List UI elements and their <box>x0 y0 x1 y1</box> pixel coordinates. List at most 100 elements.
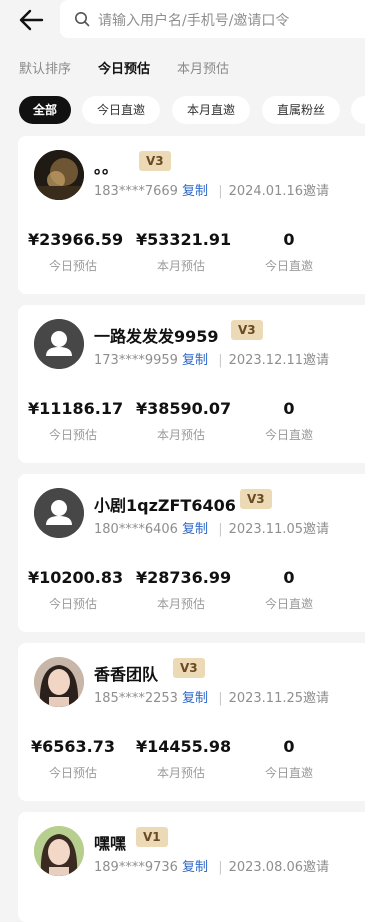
member-card[interactable]: 一路发发发9959 V3 173****9959 复制 | 2023.12.11邀… <box>18 305 365 463</box>
member-meta: 185****2253 复制 | 2023.11.25邀请 <box>94 687 329 706</box>
divider: | <box>218 353 223 368</box>
chip-direct-fans[interactable]: 直属粉丝 <box>262 96 340 124</box>
stat-today-estimate: ¥10200.83 今日预估 <box>28 568 124 612</box>
member-meta: 189****9736 复制 | 2023.08.06邀请 <box>94 856 329 875</box>
member-phone: 185****2253 <box>94 691 178 706</box>
copy-link[interactable]: 复制 <box>182 691 208 706</box>
avatar-photo-icon <box>34 150 84 200</box>
stat-value: ¥53321.91 <box>136 230 232 249</box>
avatar <box>34 657 84 707</box>
stat-value: 0 <box>283 230 295 249</box>
back-arrow-icon[interactable] <box>18 8 44 32</box>
sort-tab-default[interactable]: 默认排序 <box>19 58 71 77</box>
avatar <box>34 319 84 369</box>
avatar <box>34 488 84 538</box>
sort-tabs: 默认排序 今日预估 本月预估 <box>0 56 365 78</box>
avatar-photo-icon <box>34 657 84 707</box>
stat-today-invites: 0 今日直邀 <box>244 737 334 781</box>
stat-today-invites: 0 今日直邀 <box>244 568 334 612</box>
invite-date: 2024.01.16邀请 <box>228 184 330 199</box>
chip-more[interactable] <box>351 96 365 124</box>
copy-link[interactable]: 复制 <box>182 353 208 368</box>
search-icon <box>75 12 90 27</box>
sort-tab-today-estimate[interactable]: 今日预估 <box>98 58 150 77</box>
member-name: 小剧1qzZFT6406 <box>94 496 236 515</box>
level-badge: V3 <box>173 658 205 678</box>
chip-today-invites[interactable]: 今日直邀 <box>82 96 160 124</box>
invite-date: 2023.11.05邀请 <box>228 522 330 537</box>
stat-label: 今日直邀 <box>264 259 313 273</box>
member-name: 香香团队 <box>94 665 159 684</box>
invite-date: 2023.12.11邀请 <box>228 353 330 368</box>
stat-today-estimate: ¥11186.17 今日预估 <box>28 399 124 443</box>
stat-month-estimate: ¥28736.99 本月预估 <box>136 568 232 612</box>
avatar <box>34 150 84 200</box>
stat-month-estimate: ¥14455.98 本月预估 <box>136 737 232 781</box>
chip-month-invites[interactable]: 本月直邀 <box>172 96 250 124</box>
divider: | <box>218 184 223 199</box>
copy-link[interactable]: 复制 <box>182 860 208 875</box>
level-badge: V3 <box>231 320 263 340</box>
stat-value: ¥6563.73 <box>30 737 115 756</box>
stat-label: 今日预估 <box>48 766 97 780</box>
sort-tab-month-estimate[interactable]: 本月预估 <box>177 58 229 77</box>
member-name: 嘿嘿 <box>94 834 127 853</box>
member-phone: 183****7669 <box>94 184 178 199</box>
stat-value: ¥14455.98 <box>136 737 232 756</box>
top-bar: 请输入用户名/手机号/邀请口令 <box>0 0 365 40</box>
stat-value: ¥10200.83 <box>28 568 124 587</box>
divider: | <box>218 522 223 537</box>
stat-value: ¥38590.07 <box>136 399 232 418</box>
stat-label: 今日预估 <box>48 428 97 442</box>
stat-value: 0 <box>283 399 295 418</box>
copy-link[interactable]: 复制 <box>182 184 208 199</box>
stat-value: ¥28736.99 <box>136 568 232 587</box>
copy-link[interactable]: 复制 <box>182 522 208 537</box>
search-input[interactable]: 请输入用户名/手机号/邀请口令 <box>60 0 365 38</box>
stat-label: 本月预估 <box>156 428 205 442</box>
stat-value: 0 <box>283 737 295 756</box>
stat-label: 本月预估 <box>156 259 205 273</box>
invite-date: 2023.11.25邀请 <box>228 691 330 706</box>
stat-today-estimate: ¥23966.59 今日预估 <box>28 230 124 274</box>
default-user-icon <box>34 319 84 369</box>
invite-date: 2023.08.06邀请 <box>228 860 330 875</box>
stat-month-estimate: ¥53321.91 本月预估 <box>136 230 232 274</box>
stat-today-invites: 0 今日直邀 <box>244 399 334 443</box>
stat-month-estimate: ¥38590.07 本月预估 <box>136 399 232 443</box>
level-badge: V3 <box>240 489 272 509</box>
member-card[interactable]: 。。 V3 183****7669 复制 | 2024.01.16邀请 ¥2396… <box>18 136 365 294</box>
member-phone: 180****6406 <box>94 522 178 537</box>
chip-all[interactable]: 全部 <box>19 96 71 124</box>
stat-label: 今日直邀 <box>264 428 313 442</box>
avatar <box>34 826 84 876</box>
stat-today-estimate: ¥6563.73 今日预估 <box>28 737 118 781</box>
stat-label: 今日直邀 <box>264 597 313 611</box>
avatar-photo-icon <box>34 826 84 876</box>
stat-label: 今日预估 <box>48 259 97 273</box>
member-phone: 189****9736 <box>94 860 178 875</box>
member-meta: 183****7669 复制 | 2024.01.16邀请 <box>94 180 329 199</box>
stat-value: ¥23966.59 <box>28 230 124 249</box>
default-user-icon <box>34 488 84 538</box>
search-placeholder: 请输入用户名/手机号/邀请口令 <box>98 13 290 29</box>
member-meta: 173****9959 复制 | 2023.12.11邀请 <box>94 349 329 368</box>
member-name: 一路发发发9959 <box>94 327 219 346</box>
stat-label: 今日预估 <box>48 597 97 611</box>
stat-value: 0 <box>283 568 295 587</box>
stat-label: 本月预估 <box>156 597 205 611</box>
stat-value: ¥11186.17 <box>28 399 124 418</box>
level-badge: V3 <box>139 151 171 171</box>
divider: | <box>218 860 223 875</box>
member-card[interactable]: 香香团队 V3 185****2253 复制 | 2023.11.25邀请 ¥65… <box>18 643 365 801</box>
member-name: 。。 <box>94 158 119 177</box>
stat-label: 今日直邀 <box>264 766 313 780</box>
stat-label: 本月预估 <box>156 766 205 780</box>
level-badge: V1 <box>136 827 168 847</box>
filter-chips: 全部 今日直邀 本月直邀 直属粉丝 <box>0 96 365 126</box>
member-card[interactable]: 小剧1qzZFT6406 V3 180****6406 复制 | 2023.11.… <box>18 474 365 632</box>
member-meta: 180****6406 复制 | 2023.11.05邀请 <box>94 518 329 537</box>
stat-today-invites: 0 今日直邀 <box>244 230 334 274</box>
member-phone: 173****9959 <box>94 353 178 368</box>
divider: | <box>218 691 223 706</box>
